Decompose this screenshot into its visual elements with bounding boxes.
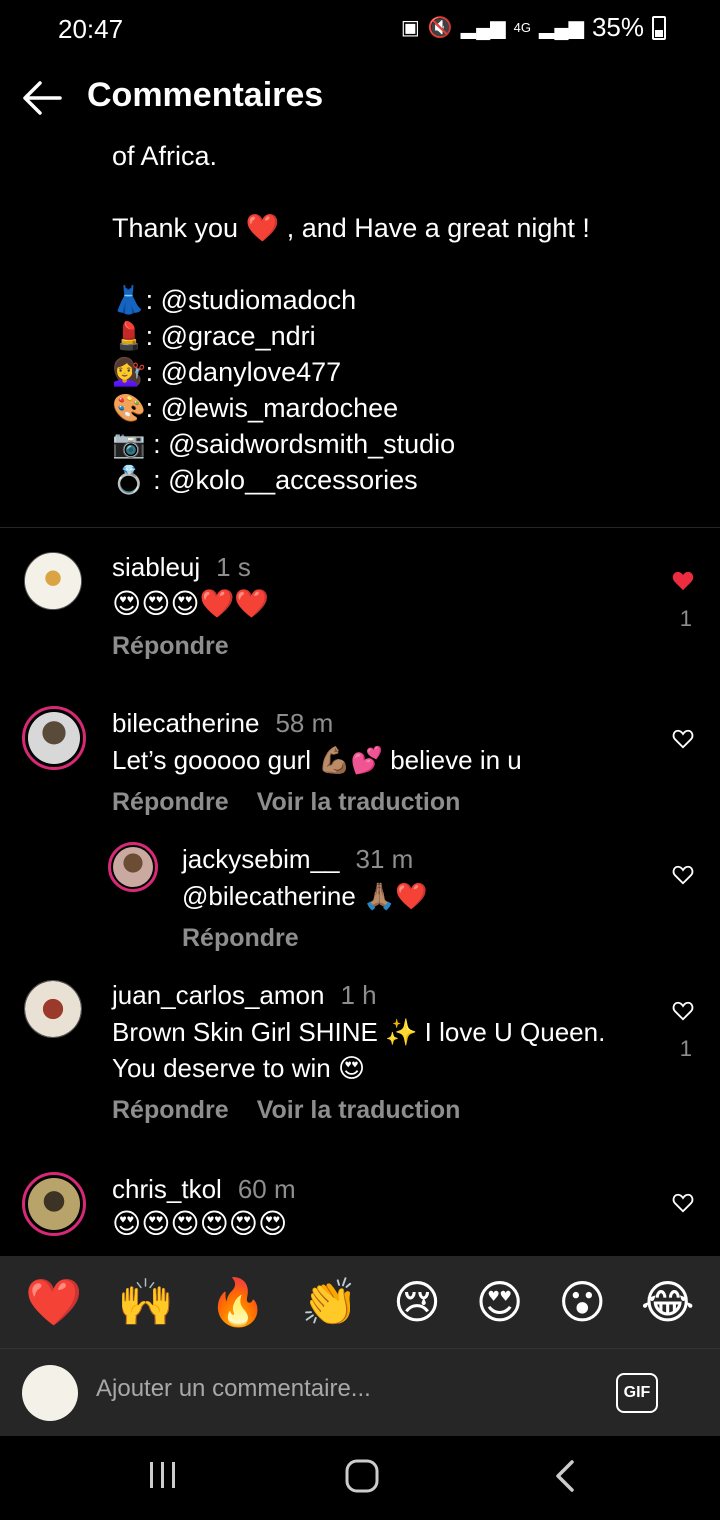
comment: chris_tkol 60 m 😍😍😍😍😍😍 <box>0 1168 720 1254</box>
credit-line: 💇‍♀️: @danylove477 <box>112 357 342 387</box>
heart-outline-icon[interactable] <box>672 1000 694 1022</box>
back-arrow-icon[interactable] <box>20 78 64 118</box>
avatar[interactable] <box>24 980 82 1038</box>
reaction-crying[interactable]: 😢 <box>393 1279 441 1325</box>
recent-apps-icon[interactable] <box>146 1458 180 1492</box>
credit-line: 🎨: @lewis_mardochee <box>112 393 399 423</box>
signal-icon: ▂▄▆ <box>460 17 506 39</box>
comment-actions: Répondre Voir la traduction <box>112 1096 460 1125</box>
username[interactable]: bilecatherine <box>112 708 259 738</box>
my-avatar <box>22 1365 78 1421</box>
comment-header: jackysebim__ 31 m <box>182 844 413 875</box>
comment-time: 58 m <box>275 708 334 738</box>
avatar[interactable] <box>24 552 82 610</box>
battery-percent: 35% <box>591 12 644 42</box>
comment-text: Brown Skin Girl SHINE ✨ I love U Queen. <box>112 1017 606 1047</box>
comment-time: 31 m <box>355 844 414 874</box>
status-icons: ▣ 🔇 ▂▄▆ 4G ▂▄▆ 35% <box>401 12 666 43</box>
reply-button[interactable]: Répondre <box>112 788 229 816</box>
nav-back-icon[interactable] <box>550 1458 580 1494</box>
username[interactable]: siableuj <box>112 552 200 582</box>
username[interactable]: chris_tkol <box>112 1174 222 1204</box>
comment-text: Let’s gooooo gurl 💪🏽💕 believe in u <box>112 745 522 775</box>
comment-time: 1 h <box>340 980 377 1010</box>
comment-header: chris_tkol 60 m <box>112 1174 296 1205</box>
reaction-raised-hands[interactable]: 🙌 <box>117 1279 174 1325</box>
status-bar: 20:47 ▣ 🔇 ▂▄▆ 4G ▂▄▆ 35% <box>0 0 720 56</box>
reaction-fire[interactable]: 🔥 <box>209 1279 266 1325</box>
heart-filled-icon[interactable] <box>672 570 694 592</box>
avatar[interactable] <box>22 1172 86 1236</box>
like-count: 1 <box>679 1036 692 1061</box>
heart-outline-icon[interactable] <box>672 1192 694 1214</box>
comment-actions: Répondre <box>112 632 229 661</box>
username[interactable]: jackysebim__ <box>182 844 340 874</box>
credit-line: 💄: @grace_ndri <box>112 321 316 351</box>
heart-emoji: ❤️ <box>245 213 280 243</box>
comment: bilecatherine 58 m Let’s gooooo gurl 💪🏽💕 … <box>0 704 720 834</box>
gif-button[interactable]: GIF <box>616 1373 658 1413</box>
reply-button[interactable]: Répondre <box>112 632 229 660</box>
username[interactable]: juan_carlos_amon <box>112 980 324 1010</box>
comment-header: siableuj 1 s <box>112 552 251 583</box>
comment-actions: Répondre <box>182 924 299 953</box>
comment-actions: Répondre Voir la traduction <box>112 788 460 817</box>
comment-time: 60 m <box>237 1174 296 1204</box>
battery-icon <box>652 15 666 40</box>
comment-text: @bilecatherine 🙏🏽❤️ <box>182 881 428 911</box>
comment: juan_carlos_amon 1 h Brown Skin Girl SHIN… <box>0 976 720 1136</box>
divider <box>0 527 720 528</box>
post-caption: of Africa. Thank you ❤️ , and Have a gre… <box>112 138 590 498</box>
network-4g-icon: 4G <box>513 20 532 35</box>
signal-icon-2: ▂▄▆ <box>539 17 584 39</box>
saver-icon: ▣ <box>400 17 420 39</box>
heart-outline-icon[interactable] <box>672 864 694 886</box>
quick-reactions-bar: ❤️ 🙌 🔥 👏 😢 😍 😮 😂 <box>0 1256 720 1348</box>
like-count: 1 <box>679 606 692 631</box>
comment-composer: Ajouter un commentaire... GIF <box>0 1348 720 1436</box>
reaction-laughing[interactable]: 😂 <box>641 1279 695 1325</box>
comment-text: 😍😍😍😍😍😍 <box>112 1208 288 1239</box>
system-nav-bar <box>0 1436 720 1520</box>
comment-text: You deserve to win 😍 <box>112 1053 366 1083</box>
header: Commentaires <box>0 70 720 126</box>
credit-line: 💍 : @kolo__accessories <box>112 465 418 495</box>
mute-icon: 🔇 <box>427 17 453 39</box>
home-icon[interactable] <box>344 1458 380 1494</box>
credit-line: 📷 : @saidwordsmith_studio <box>112 429 456 459</box>
comment-time: 1 s <box>216 552 251 582</box>
caption-thanks: Thank you ❤️ , and Have a great night ! <box>112 213 590 243</box>
credit-line: 👗: @studiomadoch <box>112 285 357 315</box>
comment-header: juan_carlos_amon 1 h <box>112 980 377 1011</box>
comment: siableuj 1 s 😍😍😍❤️❤️ Répondre 1 <box>0 548 720 678</box>
reaction-heart[interactable]: ❤️ <box>25 1279 82 1325</box>
reaction-surprised[interactable]: 😮 <box>558 1279 606 1325</box>
reply-button[interactable]: Répondre <box>112 1096 229 1124</box>
comment-reply: jackysebim__ 31 m @bilecatherine 🙏🏽❤️ Rép… <box>0 840 720 970</box>
translate-button[interactable]: Voir la traduction <box>257 788 461 816</box>
comment-input[interactable]: Ajouter un commentaire... <box>96 1375 371 1403</box>
caption-line: of Africa. <box>112 141 218 171</box>
avatar[interactable] <box>108 842 158 892</box>
reaction-clap[interactable]: 👏 <box>301 1279 358 1325</box>
page-title: Commentaires <box>87 76 324 114</box>
avatar[interactable] <box>22 706 86 770</box>
reaction-heart-eyes[interactable]: 😍 <box>476 1279 524 1325</box>
heart-outline-icon[interactable] <box>672 728 694 750</box>
translate-button[interactable]: Voir la traduction <box>257 1096 461 1124</box>
status-time: 20:47 <box>58 14 124 44</box>
reply-button[interactable]: Répondre <box>182 924 299 952</box>
comment-header: bilecatherine 58 m <box>112 708 333 739</box>
comment-text: 😍😍😍❤️❤️ <box>112 588 270 619</box>
